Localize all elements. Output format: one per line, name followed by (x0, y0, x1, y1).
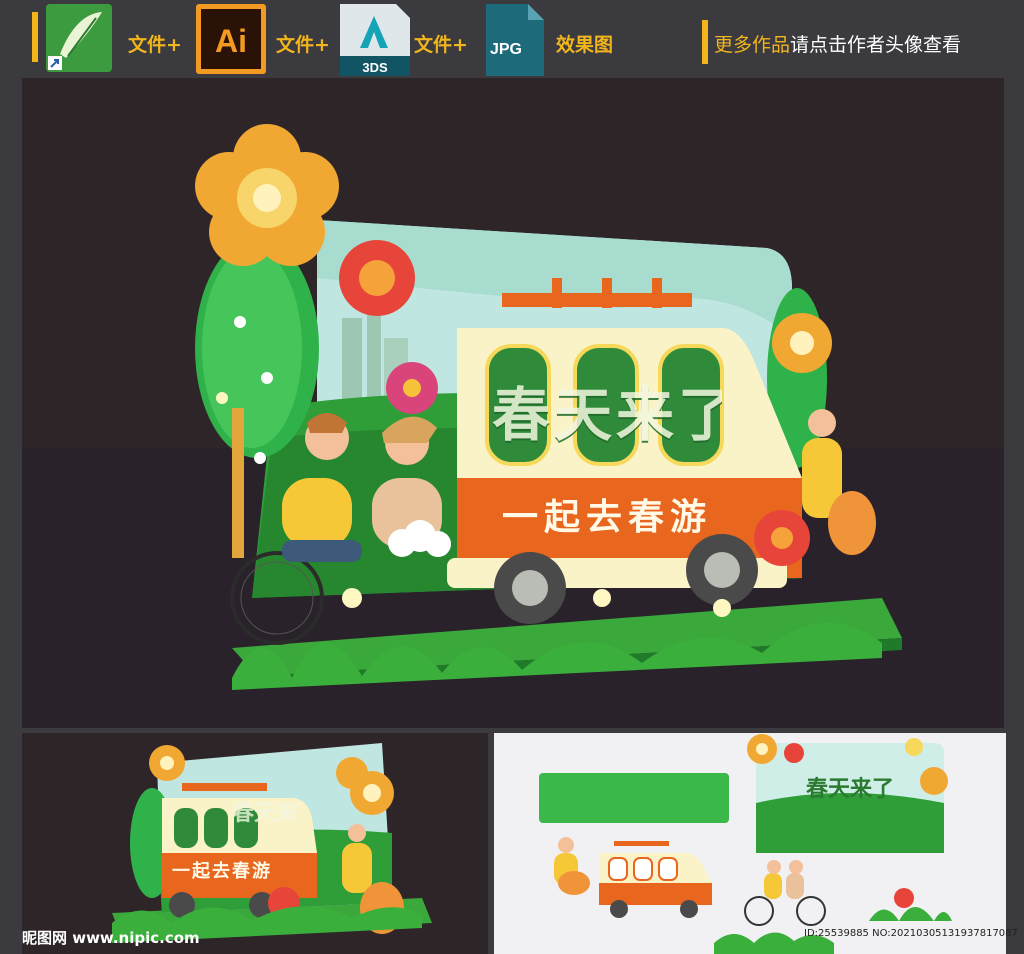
illustrator-icon: Ai (196, 4, 266, 74)
file-plus-label-3: 文件+ (414, 34, 468, 56)
big-yellow-flower (195, 124, 339, 266)
main-render: 春天来了 一起去春游 (22, 78, 1004, 728)
coreldraw-icon (46, 4, 112, 72)
thumbnail-side-view: 一起去春游 春天来了 (22, 733, 488, 954)
left-accent-bar (32, 12, 38, 62)
3ds-max-icon: 3DS (340, 4, 410, 76)
file-plus-label-1: 文件+ (128, 34, 182, 56)
more-works-link[interactable]: 更多作品请点击作者头像查看 (714, 30, 961, 57)
right-accent-bar (702, 20, 708, 64)
svg-text:JPG: JPG (490, 41, 522, 58)
svg-text:Ai: Ai (215, 23, 247, 59)
more-works-rest: 请点击作者头像查看 (790, 34, 962, 56)
thumb-right-sign-text: 春天来了 (806, 777, 895, 802)
main-window-text: 春天来了 (492, 381, 722, 449)
thumbnail-parts-layout: 春天来了 (494, 733, 1006, 954)
more-works-highlight: 更多作品 (714, 34, 791, 56)
svg-text:3DS: 3DS (362, 60, 388, 75)
thumb-left-bus-slogan: 一起去春游 (172, 861, 272, 882)
main-bus-slogan: 一起去春游 (502, 497, 713, 538)
file-plus-label-2: 文件+ (276, 34, 330, 56)
green-banner-part (539, 773, 729, 823)
image-id-line: ID:25539885 NO:20210305131937817087 (804, 928, 1018, 939)
jpg-file-icon: JPG (486, 4, 544, 76)
nipic-watermark: 昵图网 www.nipic.com (22, 929, 200, 947)
thumb-left-window-text: 春天来了 (232, 801, 302, 826)
effect-label: 效果图 (556, 34, 614, 56)
top-bar: 文件+ Ai 文件+ 3DS 文件+ JPG 效果图 更多作品请点击作者头像查看 (0, 0, 1024, 78)
red-flower (339, 240, 415, 316)
